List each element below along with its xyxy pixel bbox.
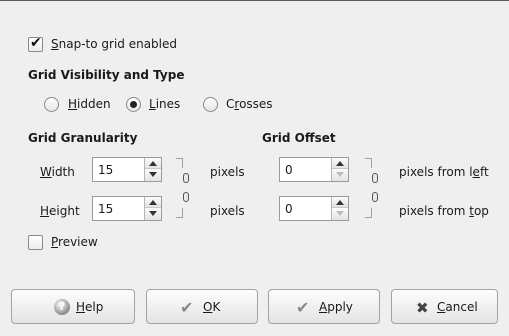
visibility-heading: Grid Visibility and Type: [28, 68, 185, 82]
width-unit: pixels: [210, 165, 245, 179]
arrow-down-icon: [336, 211, 344, 216]
chain-link-icon[interactable]: [183, 173, 189, 183]
arrow-up-icon: [149, 200, 157, 205]
offset-top-increment-button[interactable]: [332, 197, 348, 208]
offset-left-increment-button[interactable]: [332, 158, 348, 169]
cancel-button-label: Cancel: [437, 300, 478, 314]
height-spinbutton[interactable]: 15: [92, 196, 162, 221]
apply-button[interactable]: ✔ Apply: [268, 289, 380, 324]
offset-top-spinbutton[interactable]: 0: [279, 196, 349, 221]
width-label: Width: [40, 165, 75, 179]
radio-lines[interactable]: [126, 97, 141, 112]
ok-button-label: OK: [203, 300, 221, 314]
cancel-button[interactable]: ✖ Cancel: [391, 289, 498, 324]
help-icon: ?: [54, 299, 70, 315]
width-spinbutton[interactable]: 15: [92, 157, 162, 182]
chain-bracket-bottom: [365, 208, 372, 218]
offset-left-unit: pixels from left: [399, 165, 489, 179]
width-increment-button[interactable]: [145, 158, 161, 169]
chain-bracket-bottom: [176, 208, 183, 218]
radio-hidden[interactable]: [44, 97, 59, 112]
chain-link-icon[interactable]: [183, 192, 189, 202]
offset-left-spinbutton[interactable]: 0: [279, 157, 349, 182]
offset-left-value[interactable]: 0: [285, 163, 293, 177]
ok-button[interactable]: ✔ OK: [146, 289, 258, 324]
checkmark-icon: ✔: [180, 298, 194, 317]
preview-checkbox[interactable]: [28, 235, 43, 250]
chain-bracket-top: [176, 158, 183, 168]
checkmark-icon: ✔: [30, 35, 42, 51]
help-button[interactable]: ? Help: [11, 289, 135, 324]
chain-bracket-top: [365, 158, 372, 168]
radio-crosses-label[interactable]: Crosses: [226, 97, 273, 111]
snap-to-grid-checkbox[interactable]: ✔: [28, 35, 43, 52]
checkmark-icon: ✔: [296, 298, 310, 317]
chain-link-icon[interactable]: [372, 192, 378, 202]
arrow-down-icon: [149, 172, 157, 177]
height-label: Height: [40, 204, 80, 218]
offset-left-decrement-button[interactable]: [332, 169, 348, 181]
radio-crosses[interactable]: [203, 97, 218, 112]
arrow-up-icon: [336, 200, 344, 205]
offset-top-decrement-button[interactable]: [332, 208, 348, 220]
width-decrement-button[interactable]: [145, 169, 161, 181]
offset-top-value[interactable]: 0: [285, 202, 293, 216]
granularity-heading: Grid Granularity: [28, 131, 138, 145]
window-top-border: [0, 0, 509, 1]
apply-button-label: Apply: [319, 300, 353, 314]
help-button-label: Help: [76, 300, 104, 314]
arrow-up-icon: [336, 161, 344, 166]
offset-heading: Grid Offset: [262, 131, 336, 145]
arrow-down-icon: [336, 172, 344, 177]
radio-lines-label[interactable]: Lines: [149, 97, 180, 111]
width-value[interactable]: 15: [98, 163, 113, 177]
close-icon: ✖: [416, 299, 429, 317]
preview-label[interactable]: Preview: [51, 235, 98, 249]
height-increment-button[interactable]: [145, 197, 161, 208]
height-value[interactable]: 15: [98, 202, 113, 216]
arrow-up-icon: [149, 161, 157, 166]
snap-to-grid-label[interactable]: Snap-to grid enabled: [51, 37, 177, 51]
radio-selected-dot: [130, 101, 137, 108]
chain-link-icon[interactable]: [372, 173, 378, 183]
radio-hidden-label[interactable]: Hidden: [68, 97, 111, 111]
arrow-down-icon: [149, 211, 157, 216]
height-decrement-button[interactable]: [145, 208, 161, 220]
offset-top-unit: pixels from top: [399, 204, 489, 218]
height-unit: pixels: [210, 204, 245, 218]
